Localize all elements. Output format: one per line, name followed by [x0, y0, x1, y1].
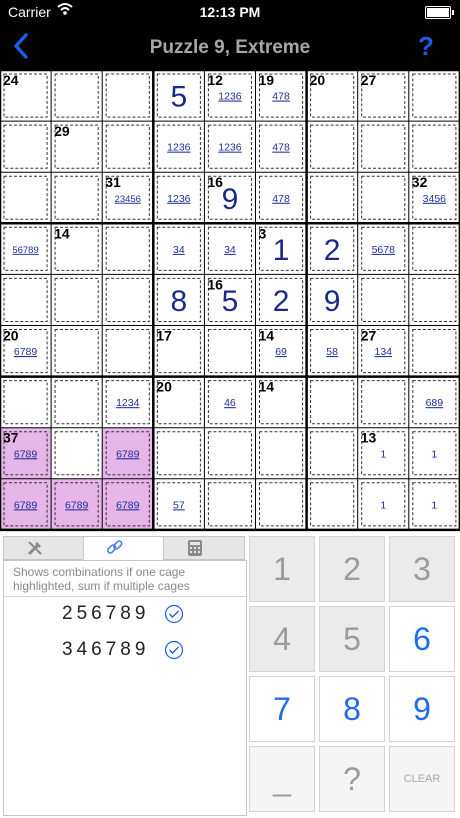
cage-sum: 19	[259, 72, 275, 88]
checkmark-circle-icon[interactable]	[164, 604, 184, 629]
cage-sum: 27	[361, 72, 377, 88]
killer-sudoku-grid[interactable]: 24 12 19 20 272931 16 3214 31620 17 14 2720 1437 131…	[0, 70, 460, 532]
combination-digits: 346789	[62, 639, 150, 660]
cell-digit: 2	[324, 234, 341, 267]
candidate-notes: 34	[224, 244, 236, 256]
candidate-notes: 56789	[12, 245, 38, 256]
cage-sum: 14	[259, 328, 275, 344]
divider	[4, 596, 246, 597]
page-title: Puzzle 9, Extreme	[149, 37, 311, 58]
cell-digit: 5	[171, 81, 188, 114]
candidate-notes: 58	[326, 346, 338, 358]
cell-digit: 9	[222, 183, 239, 216]
cage-sum: 17	[156, 328, 172, 344]
candidate-notes: 23456	[115, 194, 141, 205]
cell-digit: 1	[273, 234, 290, 267]
cell-digit: 9	[324, 285, 341, 318]
combinations-hint: Shows combinations if one cage highlight…	[13, 565, 190, 593]
candidate-notes: 1	[380, 448, 386, 460]
key-2[interactable]: 2	[319, 536, 385, 602]
cage-sum: 27	[361, 328, 377, 344]
candidate-notes: 6789	[14, 499, 38, 511]
tab-combinations[interactable]	[83, 536, 165, 560]
cell-digit: 5	[222, 285, 239, 318]
tab-tools[interactable]	[3, 536, 85, 560]
cell-digit: 8	[171, 285, 188, 318]
clock: 12:13 PM	[199, 4, 261, 20]
candidate-notes: 1	[380, 499, 386, 511]
cage-sum: 20	[3, 328, 19, 344]
candidate-notes: 478	[272, 91, 290, 103]
key-clear[interactable]: CLEAR	[389, 746, 455, 812]
combination-digits: 256789	[62, 603, 150, 624]
cage-sum: 14	[259, 379, 275, 395]
key-7[interactable]: 7	[249, 676, 315, 742]
cage-sum: 20	[156, 379, 172, 395]
candidate-notes: 478	[272, 142, 290, 154]
status-bar: Carrier 12:13 PM	[0, 0, 460, 24]
combination-row[interactable]: 256789	[62, 603, 242, 625]
candidate-notes: 6789	[65, 499, 89, 511]
candidate-notes: 69	[275, 346, 287, 358]
navigation-bar: Puzzle 9, Extreme ?	[0, 24, 460, 70]
key-9[interactable]: 9	[389, 676, 455, 742]
key-6[interactable]: 6	[389, 606, 455, 672]
candidate-notes: 1236	[218, 142, 242, 154]
help-button[interactable]: ?	[418, 31, 434, 62]
candidate-notes: 3456	[423, 193, 447, 205]
candidate-notes: 1	[431, 499, 437, 511]
cage-sum: 24	[3, 72, 19, 88]
candidate-notes: 1236	[167, 142, 191, 154]
combination-row[interactable]: 346789	[62, 639, 242, 661]
candidate-notes: 6789	[116, 499, 140, 511]
cage-sum: 20	[310, 72, 326, 88]
candidate-notes: 34	[173, 244, 185, 256]
key-5[interactable]: 5	[319, 606, 385, 672]
candidate-notes: 46	[224, 397, 236, 409]
cage-sum: 37	[3, 430, 19, 446]
cage-sum: 3	[259, 225, 267, 241]
cage-sum: 13	[361, 430, 377, 446]
cage-sum: 29	[54, 123, 70, 139]
candidate-notes: 478	[272, 193, 290, 205]
key-1[interactable]: 1	[249, 536, 315, 602]
battery-icon	[425, 6, 454, 19]
checkmark-circle-icon[interactable]	[164, 640, 184, 665]
candidate-notes: 1236	[218, 91, 242, 103]
key-3[interactable]: 3	[389, 536, 455, 602]
key-underscore[interactable]: _	[249, 746, 315, 812]
key-question[interactable]: ?	[319, 746, 385, 812]
candidate-notes: 6789	[116, 448, 140, 460]
cage-sum: 14	[54, 225, 70, 241]
candidate-notes: 1234	[116, 397, 140, 409]
candidate-notes: 1	[431, 448, 437, 460]
candidate-notes: 5678	[372, 244, 396, 256]
tab-calculator[interactable]	[163, 536, 245, 560]
cell-digit: 2	[273, 285, 290, 318]
cage-sum: 12	[207, 72, 223, 88]
candidate-notes: 57	[173, 499, 185, 511]
key-8[interactable]: 8	[319, 676, 385, 742]
cage-sum: 31	[105, 174, 121, 190]
candidate-notes: 134	[374, 346, 392, 358]
candidate-notes: 1236	[167, 193, 191, 205]
candidate-notes: 6789	[14, 448, 38, 460]
candidate-notes: 6789	[14, 346, 38, 358]
tool-tabs	[3, 536, 245, 560]
combinations-panel: Shows combinations if one cage highlight…	[3, 560, 247, 816]
cage-sum: 32	[412, 174, 428, 190]
key-4[interactable]: 4	[249, 606, 315, 672]
number-keypad: 1 2 3 4 5 6 7 8 9 _ ? CLEAR	[249, 536, 460, 816]
candidate-notes: 689	[426, 397, 444, 409]
